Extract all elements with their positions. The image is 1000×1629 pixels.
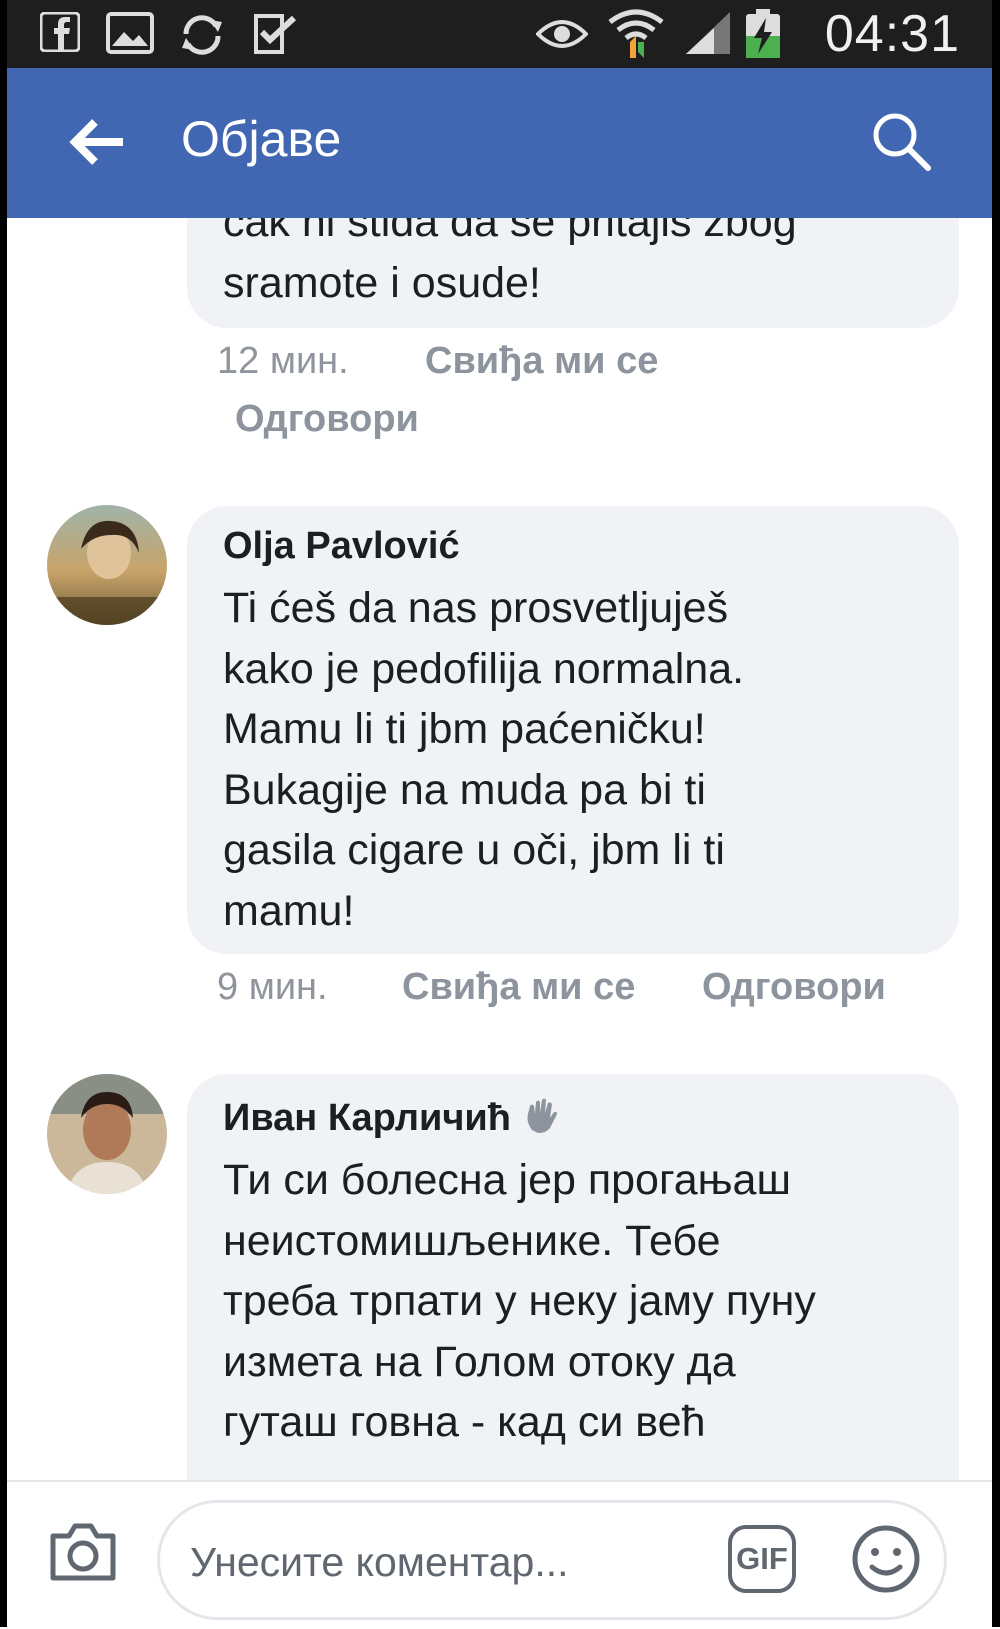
comment-text-line: Bukagije na muda pa bi ti [223, 765, 706, 814]
comment-text-line: cak ni stida da se pritajis zbog [223, 218, 797, 246]
wifi-icon [608, 9, 664, 58]
comment-text-line: kako je pedofilija normalna. [223, 644, 745, 693]
like-button[interactable]: Свиђа ми се [425, 340, 658, 383]
back-arrow-icon[interactable] [63, 112, 133, 172]
screen-frame-left [0, 0, 7, 1627]
comment-time: 9 мин. [217, 966, 328, 1008]
comment-input-placeholder: Унесите коментар... [190, 1539, 569, 1585]
comment-text-line: измета на Голом отоку да [223, 1337, 736, 1386]
comment-time: 12 мин. [217, 340, 349, 382]
comment-bubble: Olja Pavlović Ti ćeš da nas prosvetljuje… [187, 506, 959, 954]
comment-text-line: mamu! [223, 886, 355, 935]
search-icon[interactable] [870, 110, 932, 172]
status-time: 04:31 [824, 5, 960, 63]
comment-text-line: гуташ говна - кад си већ [223, 1398, 706, 1446]
comment-bubble: cak ni stida da se pritajis zbog sramote… [187, 218, 959, 328]
avatar[interactable] [47, 505, 167, 625]
signal-icon [686, 12, 730, 54]
comment-author-name: Иван Карличић [223, 1097, 512, 1139]
comment-text-line: gasila cigare u oči, jbm li ti [223, 826, 725, 874]
gallery-notification-icon [106, 12, 154, 54]
comment-author[interactable]: Olja Pavlović [223, 524, 923, 568]
app-bar: Објаве [7, 68, 992, 218]
comment-text-line: неистомишљенике. Тебе [223, 1216, 721, 1265]
emoji-icon[interactable] [850, 1523, 922, 1595]
page-title: Објаве [181, 111, 342, 167]
comment-text-line: sramote i osude! [223, 258, 541, 307]
comment-composer: Унесите коментар... GIF [7, 1480, 992, 1629]
avatar[interactable] [47, 1074, 167, 1194]
comment-bubble: Иван Карличић Ти си болесна јер прогањаш… [187, 1074, 959, 1480]
reply-button[interactable]: Одговори [235, 398, 419, 441]
status-bar: 04:31 [0, 0, 1000, 68]
task-notification-icon [254, 14, 297, 54]
waving-hand-icon [527, 1098, 557, 1133]
gif-button[interactable]: GIF [728, 1525, 796, 1593]
reply-button[interactable]: Одговори [702, 966, 886, 1009]
battery-charging-icon [746, 9, 780, 58]
comment-input[interactable]: Унесите коментар... GIF [157, 1500, 947, 1620]
camera-icon[interactable] [47, 1520, 119, 1584]
comment-text-line: Mamu li ti jbm paćeničku! [223, 705, 706, 753]
sync-notification-icon [182, 15, 222, 55]
eye-icon [536, 20, 588, 48]
like-button[interactable]: Свиђа ми се [402, 966, 635, 1009]
screen-frame-right [992, 0, 1000, 1627]
comment-text-line: треба трпати у неку јаму пуну [223, 1277, 816, 1325]
comment-text-line: Ti ćeš da nas prosvetljuješ [223, 584, 729, 632]
comment-author[interactable]: Иван Карличић [223, 1096, 923, 1140]
facebook-notification-icon [40, 12, 80, 52]
comment-text-line: Ти си болесна јер прогањаш [223, 1156, 791, 1204]
comments-feed[interactable]: cak ni stida da se pritajis zbog sramote… [7, 218, 992, 1480]
